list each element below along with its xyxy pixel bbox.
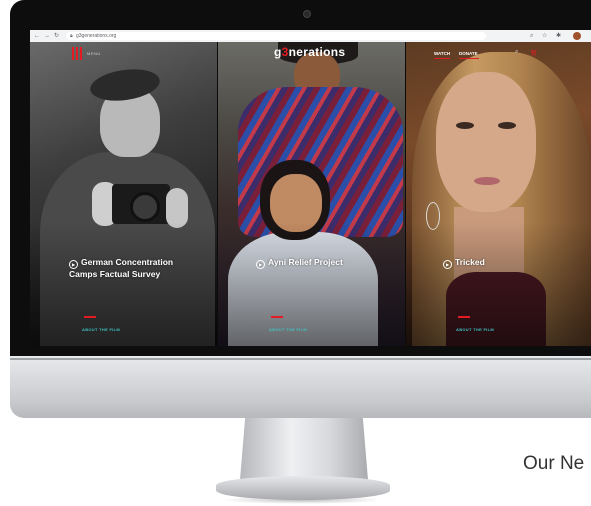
logo-accent: 3 — [281, 45, 289, 59]
panel-gradient — [218, 222, 405, 346]
menu-bars-icon[interactable] — [72, 47, 82, 60]
film-title[interactable]: ▶ Ayni Relief Project — [256, 257, 343, 269]
chin-divider — [10, 358, 591, 360]
address-bar[interactable]: g3generations.org — [66, 32, 486, 40]
about-film-link[interactable]: ABOUT THE FILM — [456, 327, 494, 332]
film-title-line: Tricked — [455, 257, 485, 267]
photo-eye-left — [456, 122, 474, 129]
logo-prefix: g — [274, 45, 282, 59]
lock-icon: 🔒︎ — [70, 33, 73, 39]
monitor-stand-neck — [240, 418, 368, 480]
url-text: g3generations.org — [76, 33, 117, 39]
play-icon[interactable]: ▶ — [69, 260, 78, 269]
film-panel-ayni[interactable] — [218, 42, 405, 346]
play-icon[interactable]: ▶ — [256, 260, 265, 269]
play-icon[interactable]: ▶ — [443, 260, 452, 269]
site-logo[interactable]: g3nerations — [274, 45, 345, 59]
menu-label[interactable]: MENU — [87, 51, 101, 56]
accent-dash — [458, 316, 470, 318]
film-title-line: Ayni Relief Project — [268, 257, 343, 267]
webcam-icon — [303, 10, 311, 18]
film-title[interactable]: ▶ Tricked — [443, 257, 485, 269]
nav-donate-link[interactable]: DONATE — [459, 51, 478, 56]
film-title[interactable]: ▶ German Concentration Camps Factual Surv… — [69, 257, 173, 280]
reload-icon[interactable]: ↻ — [54, 32, 59, 40]
accent-dash — [271, 316, 283, 318]
section-heading: Our Ne — [523, 453, 585, 474]
panel-gradient — [30, 222, 217, 346]
monitor-screen: ← → ↻ g3generations.org 🔒︎ ⌕ ☆ ✱ MENU g3… — [30, 30, 591, 346]
photo-lips — [474, 177, 500, 185]
panel-divider — [217, 42, 218, 346]
cart-icon[interactable]: 🛒︎ — [530, 49, 539, 57]
film-panel-tricked[interactable] — [406, 42, 591, 346]
search-icon[interactable]: ⌕ — [530, 31, 533, 41]
monitor-chin — [10, 356, 591, 418]
photo-camera-lens — [130, 192, 160, 222]
panel-divider — [405, 42, 406, 346]
nav-donate-underline — [459, 58, 479, 59]
star-icon[interactable]: ☆ — [542, 31, 547, 41]
film-title-line: German Concentration — [81, 257, 174, 267]
film-panel-german-camps[interactable] — [30, 42, 217, 346]
panel-gradient — [406, 222, 591, 346]
about-film-link[interactable]: ABOUT THE FILM — [82, 327, 120, 332]
nav-watch-underline — [434, 58, 450, 59]
photo-eye-right — [498, 122, 516, 129]
puzzle-icon[interactable]: ✱ — [556, 31, 561, 41]
nav-watch-link[interactable]: WATCH — [434, 51, 450, 56]
accent-dash — [84, 316, 96, 318]
site-search-icon[interactable]: ⌕ — [515, 49, 518, 56]
forward-arrow-icon[interactable]: → — [44, 32, 50, 40]
monitor-stand-base — [216, 476, 390, 500]
about-film-link[interactable]: ABOUT THE FILM — [269, 327, 307, 332]
profile-avatar[interactable] — [573, 32, 581, 40]
logo-suffix: nerations — [288, 45, 346, 59]
back-arrow-icon[interactable]: ← — [34, 32, 40, 40]
film-title-line: Camps Factual Survey — [69, 269, 161, 279]
photo-woman-face — [436, 72, 536, 212]
